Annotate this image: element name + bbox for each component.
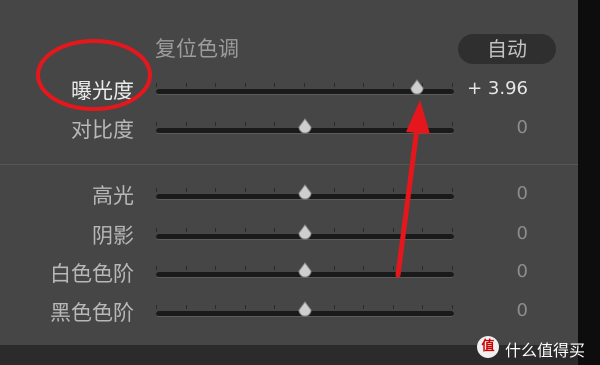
slider-label: 黑色色阶 [50,301,134,325]
tick-mark [392,305,394,309]
tick-mark [244,188,246,192]
slider-thumb[interactable] [297,301,313,317]
tick-mark [392,266,394,270]
tick-mark [274,188,276,192]
tick-mark [363,188,365,192]
slider-value[interactable]: 0 [517,261,528,282]
tick-mark [215,188,217,192]
tick-mark [215,83,217,87]
tick-mark [363,228,365,232]
tick-mark [363,122,365,126]
slider-track[interactable] [156,262,454,278]
scrollbar-track[interactable] [578,0,600,365]
tick-mark [333,188,335,192]
slider-value[interactable]: 0 [517,183,528,204]
tick-mark [215,266,217,270]
tick-mark [274,122,276,126]
tick-mark [215,305,217,309]
tick-mark [185,228,187,232]
tick-mark [215,122,217,126]
slider-label: 曝光度 [71,79,134,103]
slider-thumb[interactable] [409,79,425,95]
slider-value[interactable]: 0 [517,300,528,321]
tick-mark [185,305,187,309]
slider-track[interactable] [156,79,454,95]
watermark-logo: 值 [477,336,499,358]
tick-mark [363,266,365,270]
slider-thumb[interactable] [297,262,313,278]
slider-track[interactable] [156,184,454,200]
tick-mark [363,305,365,309]
tick-mark [452,228,453,232]
tick-mark [363,83,365,87]
tick-mark [244,266,246,270]
tick-mark [185,266,187,270]
tick-mark [452,266,453,270]
tick-mark [333,83,335,87]
tick-mark [452,83,453,87]
tick-mark [156,305,157,309]
tick-mark [422,188,424,192]
tick-mark [333,228,335,232]
tick-mark [156,228,157,232]
slider-value[interactable]: + 3.96 [467,78,528,99]
tick-mark [452,188,453,192]
tick-mark [392,188,394,192]
tick-mark [333,305,335,309]
auto-button[interactable]: 自动 [458,34,556,64]
tick-mark [156,188,157,192]
tick-mark [422,228,424,232]
tone-panel: 复位色调 自动 曝光度 + 3.96 对比度 0 高光 0 阴影 0 白色色阶 0 黑色色阶 0 [0,0,578,345]
tick-mark [274,266,276,270]
tick-mark [244,228,246,232]
tick-mark [422,122,424,126]
slider-label: 白色色阶 [50,262,134,286]
tick-mark [333,122,335,126]
slider-label: 对比度 [71,118,134,142]
tick-mark [392,122,394,126]
slider-label: 高光 [92,184,134,208]
tick-mark [333,266,335,270]
tick-mark [156,266,157,270]
tick-mark [422,266,424,270]
tick-mark [185,188,187,192]
slider-thumb[interactable] [297,184,313,200]
reset-tone-label[interactable]: 复位色调 [155,33,239,63]
tick-mark [156,122,157,126]
slider-value[interactable]: 0 [517,223,528,244]
slider-value[interactable]: 0 [517,117,528,138]
tick-mark [185,83,187,87]
tick-mark [274,305,276,309]
watermark: 值 什么值得买 [477,336,600,360]
slider-track[interactable] [156,301,454,317]
tick-mark [244,122,246,126]
tick-mark [422,305,424,309]
slider-track[interactable] [156,118,454,134]
tick-mark [156,83,157,87]
slider-thumb[interactable] [297,224,313,240]
slider-thumb[interactable] [297,118,313,134]
tick-mark [452,305,453,309]
tick-mark [274,228,276,232]
tick-mark [392,83,394,87]
slider-label: 阴影 [92,224,134,248]
tick-mark [304,83,305,87]
tick-mark [274,83,276,87]
tick-mark [452,122,453,126]
watermark-text: 什么值得买 [505,341,586,360]
section-divider [0,164,578,165]
tick-mark [244,83,246,87]
tick-mark [392,228,394,232]
tick-mark [215,228,217,232]
tick-mark [185,122,187,126]
slider-track[interactable] [156,224,454,240]
tick-mark [244,305,246,309]
